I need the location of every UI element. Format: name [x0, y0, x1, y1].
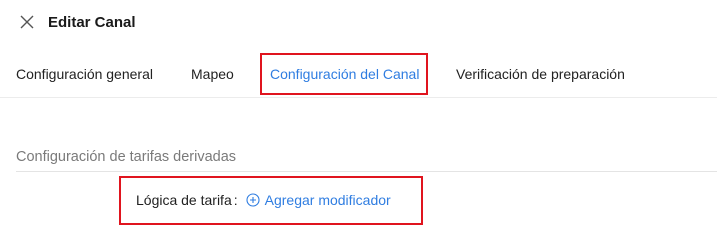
tab-general-configuration[interactable]: Configuración general: [16, 66, 153, 82]
tab-channel-configuration[interactable]: Configuración del Canal: [270, 66, 419, 82]
section-title: Configuración de tarifas derivadas: [16, 149, 237, 165]
add-modifier-label: Agregar modificador: [264, 192, 391, 208]
tab-bar-divider: [0, 97, 717, 98]
rate-logic-field: Lógica de tarifa : Agregar modificador: [136, 192, 391, 208]
dialog-title: Editar Canal: [48, 13, 136, 31]
field-colon: :: [233, 192, 238, 208]
tab-mapping[interactable]: Mapeo: [191, 66, 234, 82]
add-modifier-button[interactable]: Agregar modificador: [246, 192, 391, 208]
tab-readiness-check[interactable]: Verificación de preparación: [456, 66, 625, 82]
field-label: Lógica de tarifa: [136, 192, 232, 208]
dialog-header: Editar Canal: [18, 10, 136, 34]
edit-channel-dialog: Editar Canal Configuración general Mapeo…: [0, 0, 717, 251]
section-divider: [16, 171, 717, 172]
plus-circle-icon: [246, 193, 260, 207]
close-icon[interactable]: [18, 13, 36, 31]
